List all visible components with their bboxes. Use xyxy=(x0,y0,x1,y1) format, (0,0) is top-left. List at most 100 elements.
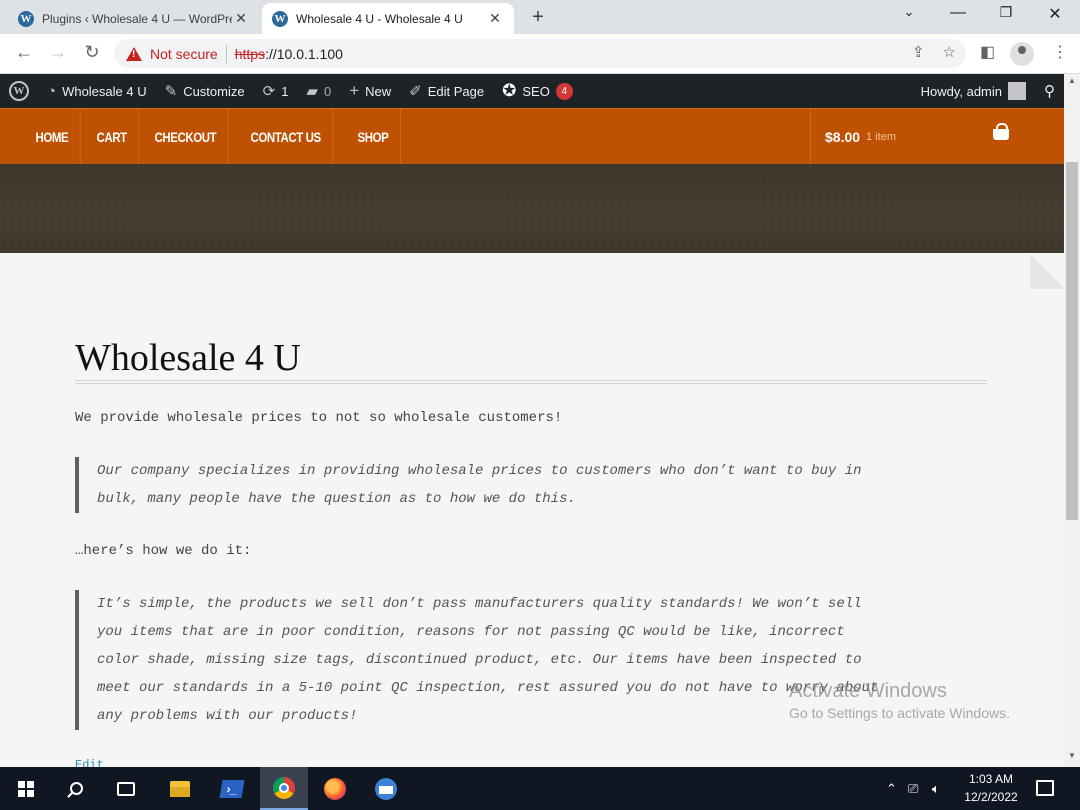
updates-icon: ⟳ xyxy=(262,83,276,100)
chrome-button[interactable] xyxy=(260,767,308,810)
intro-paragraph: We provide wholesale prices to not so wh… xyxy=(75,410,563,426)
close-tab-icon[interactable]: ✕ xyxy=(232,10,250,27)
page-viewport: W ◔ Wholesale 4 U ✎ Customize ⟳ 1 ▰ 0 + … xyxy=(0,74,1080,767)
wordpress-logo-icon: W xyxy=(9,81,29,101)
share-icon[interactable]: ⇪ xyxy=(912,43,925,61)
quote-line: bulk, many people have the question as t… xyxy=(97,491,576,507)
brush-icon: ✎ xyxy=(164,83,178,100)
wordpress-favicon-icon: W xyxy=(18,10,34,27)
wordpress-favicon-icon: W xyxy=(272,10,288,27)
watermark-title: Activate Windows xyxy=(789,680,947,702)
side-panel-icon[interactable]: ◧ xyxy=(980,42,995,62)
quote-line: you items that are in poor condition, re… xyxy=(97,624,845,640)
avatar xyxy=(1008,82,1026,100)
close-tab-icon[interactable]: ✕ xyxy=(486,10,504,27)
site-name-menu[interactable]: ◔ Wholesale 4 U xyxy=(38,74,156,108)
basket-icon xyxy=(993,123,1009,140)
close-window-button[interactable]: ✕ xyxy=(1040,4,1070,24)
browser-tab-strip: W Plugins ‹ Wholesale 4 U — WordPress ✕ … xyxy=(0,0,1080,34)
profile-avatar-icon[interactable] xyxy=(1010,42,1034,66)
tab-title: Plugins ‹ Wholesale 4 U — WordPress xyxy=(42,11,232,26)
header-image xyxy=(0,164,1064,253)
restore-button[interactable]: ❐ xyxy=(991,4,1021,21)
firefox-button[interactable] xyxy=(311,767,359,810)
comments-count: 0 xyxy=(323,83,332,99)
cart-amount: $8.00 xyxy=(825,129,861,145)
nav-checkout[interactable]: CHECKOUT xyxy=(143,109,229,165)
howdy-label: Howdy, admin xyxy=(920,83,1002,99)
cart-item-count: 1 item xyxy=(866,131,897,143)
admin-search-button[interactable]: ⚲ xyxy=(1035,74,1064,108)
customize-link[interactable]: ✎ Customize xyxy=(156,74,254,108)
site-name-label: Wholesale 4 U xyxy=(62,83,147,99)
browser-tab-plugins[interactable]: W Plugins ‹ Wholesale 4 U — WordPress ✕ xyxy=(8,3,260,34)
customize-label: Customize xyxy=(183,83,245,99)
seo-notification-badge: 4 xyxy=(555,82,573,100)
new-content-menu[interactable]: + New xyxy=(340,74,400,108)
firefox-icon xyxy=(324,777,346,800)
account-menu[interactable]: Howdy, admin xyxy=(912,74,1035,108)
nav-shop[interactable]: SHOP xyxy=(346,109,401,165)
wp-admin-bar: W ◔ Wholesale 4 U ✎ Customize ⟳ 1 ▰ 0 + … xyxy=(0,74,1064,108)
header-cart[interactable]: $8.00 1 item xyxy=(810,109,1064,165)
volume-muted-icon[interactable]: 🔈︎ xyxy=(932,767,940,810)
task-view-button[interactable] xyxy=(102,767,150,810)
nav-contact-us[interactable]: CONTACT US xyxy=(239,109,334,165)
browser-menu-icon[interactable]: ⋮ xyxy=(1052,42,1068,62)
browser-tab-wholesale[interactable]: W Wholesale 4 U - Wholesale 4 U ✕ xyxy=(262,3,514,34)
taskbar-clock[interactable]: 1:03 AM 12/2/2022 xyxy=(956,770,1026,806)
reload-icon[interactable]: ↻ xyxy=(80,42,104,63)
quote-line: color shade, missing size tags, disconti… xyxy=(97,652,862,668)
scroll-up-arrow-icon[interactable]: ▲ xyxy=(1064,76,1080,90)
chrome-icon xyxy=(273,776,295,799)
url-scheme: https xyxy=(234,45,266,62)
edit-page-label: Edit Page xyxy=(427,83,485,99)
not-secure-label[interactable]: Not secure xyxy=(150,46,218,62)
page-title: Wholesale 4 U xyxy=(75,337,301,379)
new-tab-button[interactable]: + xyxy=(526,6,550,29)
scroll-down-arrow-icon[interactable]: ▼ xyxy=(1064,751,1080,765)
plus-icon: + xyxy=(349,81,360,100)
folder-icon xyxy=(170,780,190,797)
browser-toolbar: ← → ↻ Not secure https ://10.0.1.100 ⇪ ☆… xyxy=(0,34,1080,74)
tray-overflow-chevron-icon[interactable]: ⌃ xyxy=(886,767,897,810)
forward-arrow-icon[interactable]: → xyxy=(46,42,70,63)
windows-logo-icon xyxy=(18,780,34,797)
back-arrow-icon[interactable]: ← xyxy=(12,42,36,63)
taskbar-search-button[interactable] xyxy=(52,767,100,810)
edit-page-link[interactable]: ✐ Edit Page xyxy=(400,74,493,108)
new-label: New xyxy=(365,83,392,99)
page-corner-fold xyxy=(1030,253,1064,289)
divider xyxy=(225,44,227,63)
search-icon: ⚲ xyxy=(1044,83,1055,100)
site-navigation: HOME CART CHECKOUT CONTACT US SHOP $8.00… xyxy=(0,108,1064,165)
address-bar[interactable]: Not secure https ://10.0.1.100 ⇪ ☆ xyxy=(114,39,966,68)
comments-link[interactable]: ▰ 0 xyxy=(297,74,340,108)
search-icon xyxy=(69,782,83,795)
tab-search-chevron-icon[interactable]: ⌄ xyxy=(894,4,924,20)
notification-icon[interactable] xyxy=(1036,780,1054,796)
powershell-button[interactable]: ›_ xyxy=(208,767,256,810)
seo-gear-icon: ✪ xyxy=(502,81,517,100)
mail-client-icon xyxy=(375,777,397,800)
network-icon[interactable]: ⎚ xyxy=(908,767,918,810)
scrollbar-thumb[interactable] xyxy=(1066,162,1078,520)
mail-app-button[interactable] xyxy=(362,767,410,810)
seo-label: SEO xyxy=(522,83,550,99)
updates-link[interactable]: ⟳ 1 xyxy=(254,74,298,108)
edit-link[interactable]: Edit xyxy=(75,758,104,767)
minimize-button[interactable]: — xyxy=(943,4,973,22)
wp-logo-menu[interactable]: W xyxy=(0,74,38,108)
powershell-icon: ›_ xyxy=(219,779,245,798)
windows-taskbar: ›_ ⌃ ⎚ 🔈︎ 1:03 AM 12/2/2022 xyxy=(0,767,1080,810)
nav-home[interactable]: HOME xyxy=(24,109,81,165)
start-button[interactable] xyxy=(2,767,50,810)
dashboard-icon: ◔ xyxy=(47,82,57,100)
bookmark-star-icon[interactable]: ☆ xyxy=(943,43,956,61)
clock-date: 12/2/2022 xyxy=(964,790,1018,804)
seo-menu[interactable]: ✪ SEO 4 xyxy=(493,74,582,108)
task-view-icon xyxy=(117,781,135,796)
nav-cart[interactable]: CART xyxy=(85,109,140,165)
file-explorer-button[interactable] xyxy=(156,767,204,810)
quote-line: It’s simple, the products we sell don’t … xyxy=(97,596,862,612)
